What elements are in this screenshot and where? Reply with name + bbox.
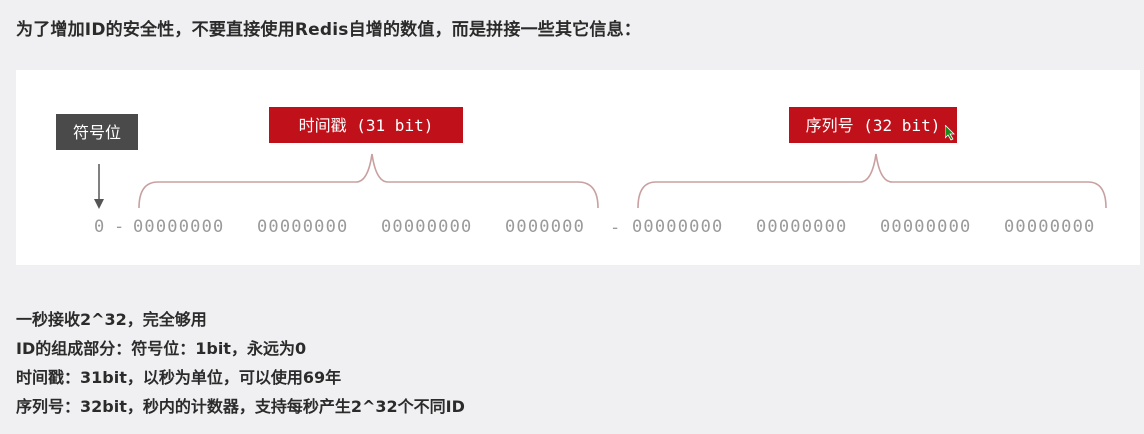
- id-structure-diagram: 符号位 时间戳 (31 bit) 序列号 (32 bit) 0 - 000000…: [16, 70, 1140, 265]
- timestamp-bits-group-4: 0000000: [505, 217, 585, 237]
- sign-bit-arrow: [94, 164, 104, 209]
- note-line: 一秒接收2^32，完全够用: [16, 310, 207, 329]
- sequence-label: 序列号 (32 bit): [789, 107, 957, 143]
- timestamp-bits-group-3: 00000000: [381, 217, 472, 237]
- timestamp-bits-group-2: 00000000: [257, 217, 348, 237]
- sequence-bits-group-1: 00000000: [632, 217, 723, 237]
- timestamp-brace: [138, 153, 599, 209]
- sequence-bits-group-2: 00000000: [756, 217, 847, 237]
- note-line: 时间戳：31bit，以秒为单位，可以使用69年: [16, 368, 342, 387]
- timestamp-bits-group-1: 00000000: [133, 217, 224, 237]
- separator-2: -: [610, 218, 621, 238]
- timestamp-label-text: 时间戳 (31 bit): [299, 116, 434, 135]
- sign-bit-label: 符号位: [56, 114, 138, 150]
- mouse-cursor-icon: [945, 125, 955, 141]
- sequence-bits-group-4: 00000000: [1004, 217, 1095, 237]
- sequence-brace: [637, 153, 1107, 209]
- separator-1: -: [114, 217, 125, 237]
- timestamp-label: 时间戳 (31 bit): [269, 107, 463, 143]
- sequence-bits-group-3: 00000000: [880, 217, 971, 237]
- diagram-canvas: 符号位 时间戳 (31 bit) 序列号 (32 bit) 0 - 000000…: [56, 107, 1107, 238]
- note-line: ID的组成部分：符号位：1bit，永远为0: [16, 339, 307, 358]
- notes-list: 一秒接收2^32，完全够用 ID的组成部分：符号位：1bit，永远为0 时间戳：…: [16, 305, 465, 421]
- page-heading: 为了增加ID的安全性，不要直接使用Redis自增的数值，而是拼接一些其它信息：: [16, 20, 641, 40]
- sign-bit-label-text: 符号位: [73, 123, 121, 142]
- sign-bit-value: 0: [94, 217, 105, 237]
- note-line: 序列号：32bit，秒内的计数器，支持每秒产生2^32个不同ID: [16, 397, 465, 416]
- sequence-label-text: 序列号 (32 bit): [806, 116, 941, 135]
